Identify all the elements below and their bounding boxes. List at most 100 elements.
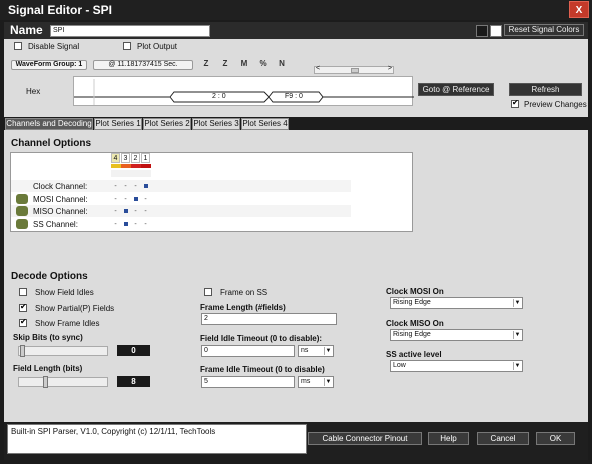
show-frame-idles-checkbox[interactable]: [19, 317, 27, 327]
ss-ch3-cell[interactable]: [121, 220, 130, 230]
reset-signal-colors-button[interactable]: Reset Signal Colors: [504, 24, 584, 36]
show-partial-label: Show Partial(P) Fields: [35, 304, 115, 313]
field-length-thumb[interactable]: [43, 376, 48, 388]
clock-mosi-select[interactable]: Rising Edge ▼: [390, 297, 523, 309]
miso-ch2-cell[interactable]: -: [131, 207, 140, 217]
ss-ch4-cell[interactable]: -: [111, 220, 120, 230]
clock-ch2-cell[interactable]: -: [131, 182, 140, 192]
frame-idle-timeout-label: Frame Idle Timeout (0 to disable): [200, 365, 325, 374]
color-swatch-white[interactable]: [490, 25, 502, 37]
disable-signal-checkbox[interactable]: [14, 42, 22, 50]
tab-plot-series-2[interactable]: Plot Series 2: [143, 118, 191, 130]
scroll-left-icon[interactable]: <: [316, 65, 320, 72]
hex-waveform[interactable]: 2 : 0 F9 : 0: [73, 76, 414, 106]
mosi-ch2-cell[interactable]: [131, 195, 140, 205]
hex-value-2: F9 : 0: [285, 93, 303, 100]
mosi-ch3-cell[interactable]: -: [121, 195, 130, 205]
marker-icon[interactable]: M: [237, 59, 251, 70]
hex-waveform-trace: [74, 79, 414, 105]
tab-channels-and-decoding[interactable]: Channels and Decoding: [5, 118, 93, 130]
miso-ch4-cell[interactable]: -: [111, 207, 120, 217]
field-length-label: Field Length (bits): [13, 364, 83, 373]
goto-reference-button[interactable]: Goto @ Reference: [418, 83, 494, 96]
mosi-gear-icon[interactable]: [16, 194, 28, 204]
percent-icon[interactable]: %: [256, 59, 270, 70]
channel-header-4: 4: [111, 153, 120, 163]
cable-connector-pinout-button[interactable]: Cable Connector Pinout: [308, 432, 422, 445]
frame-on-ss-checkbox[interactable]: [204, 288, 212, 296]
status-text: Built-in SPI Parser, V1.0, Copyright (c)…: [7, 424, 307, 454]
channel-options-title: Channel Options: [11, 138, 91, 149]
skip-bits-thumb[interactable]: [20, 345, 25, 357]
field-idle-timeout-label: Field Idle Timeout (0 to disable):: [200, 334, 323, 343]
ss-active-level-select[interactable]: Low ▼: [390, 360, 523, 372]
mosi-ch1-cell[interactable]: -: [141, 195, 150, 205]
hex-label: Hex: [26, 87, 41, 96]
scroll-thumb[interactable]: [351, 68, 359, 73]
mosi-ch4-cell[interactable]: -: [111, 195, 120, 205]
clock-miso-value: Rising Edge: [393, 331, 431, 338]
chevron-down-icon: ▼: [513, 299, 521, 307]
clock-channel-label: Clock Channel:: [33, 182, 88, 191]
scroll-right-icon[interactable]: >: [388, 65, 392, 72]
ok-button[interactable]: OK: [536, 432, 575, 445]
signal-editor-window: Signal Editor - SPI X Name SPI Reset Sig…: [0, 0, 592, 464]
selected-dot-icon: [123, 222, 128, 226]
skip-bits-label: Skip Bits (to sync): [13, 333, 83, 342]
frame-length-label: Frame Length (#fields): [200, 303, 286, 312]
ss-ch1-cell[interactable]: -: [141, 220, 150, 230]
selected-dot-icon: [123, 209, 128, 213]
mosi-channel-label: MOSI Channel:: [33, 195, 88, 204]
ss-active-level-label: SS active level: [386, 350, 442, 359]
close-button[interactable]: X: [569, 1, 589, 18]
bottom-bar: Built-in SPI Parser, V1.0, Copyright (c)…: [4, 422, 588, 460]
horizontal-scrollbar[interactable]: < >: [314, 65, 394, 74]
channel-probe-row: [111, 170, 151, 177]
tab-plot-series-1[interactable]: Plot Series 1: [94, 118, 142, 130]
ss-ch2-cell[interactable]: -: [131, 220, 140, 230]
color-swatch-dark[interactable]: [476, 25, 488, 37]
name-row: Name SPI Reset Signal Colors: [4, 22, 588, 39]
tab-plot-series-3[interactable]: Plot Series 3: [192, 118, 240, 130]
waveform-group-button[interactable]: WaveForm Group: 1: [11, 60, 87, 70]
show-field-idles-checkbox[interactable]: [19, 288, 27, 296]
frame-idle-timeout-input[interactable]: 5: [201, 376, 295, 388]
clock-mosi-label: Clock MOSI On: [386, 287, 444, 296]
refresh-button[interactable]: Refresh: [509, 83, 582, 96]
hex-value-1: 2 : 0: [212, 93, 226, 100]
clock-ch4-cell[interactable]: -: [111, 182, 120, 192]
tab-plot-series-4[interactable]: Plot Series 4: [241, 118, 289, 130]
field-idle-unit-select[interactable]: ns ▼: [298, 345, 334, 357]
channel-color-4: [111, 164, 121, 168]
plot-output-checkbox[interactable]: [123, 42, 131, 50]
field-idle-unit-value: ns: [301, 347, 309, 354]
preview-changes-checkbox[interactable]: [511, 98, 519, 108]
frame-length-input[interactable]: 2: [201, 313, 337, 325]
next-icon[interactable]: N: [275, 59, 289, 70]
miso-ch3-cell[interactable]: [121, 207, 130, 217]
frame-idle-unit-select[interactable]: ms ▼: [298, 376, 334, 388]
miso-gear-icon[interactable]: [16, 206, 28, 216]
zoom-out-icon[interactable]: Z: [218, 59, 232, 70]
channel-color-3: [121, 164, 131, 168]
clock-miso-label: Clock MISO On: [386, 319, 444, 328]
decode-options-title: Decode Options: [11, 271, 88, 282]
field-length-slider[interactable]: [18, 376, 108, 388]
clock-ch3-cell[interactable]: -: [121, 182, 130, 192]
miso-ch1-cell[interactable]: -: [141, 207, 150, 217]
show-partial-checkbox[interactable]: [19, 302, 27, 312]
ss-channel-label: SS Channel:: [33, 220, 78, 229]
plot-output-label: Plot Output: [137, 42, 178, 51]
clock-miso-select[interactable]: Rising Edge ▼: [390, 329, 523, 341]
field-idle-timeout-input[interactable]: 0: [201, 345, 295, 357]
window-title: Signal Editor - SPI: [8, 3, 113, 17]
skip-bits-slider[interactable]: [18, 345, 108, 357]
help-button[interactable]: Help: [428, 432, 469, 445]
name-input[interactable]: SPI: [50, 25, 210, 37]
zoom-in-icon[interactable]: Z: [199, 59, 213, 70]
clock-ch1-cell[interactable]: [141, 182, 150, 192]
channel-header-2: 2: [131, 153, 140, 163]
ss-gear-icon[interactable]: [16, 219, 28, 229]
cancel-button[interactable]: Cancel: [477, 432, 529, 445]
time-field[interactable]: @ 11.181737415 Sec.: [93, 60, 193, 70]
